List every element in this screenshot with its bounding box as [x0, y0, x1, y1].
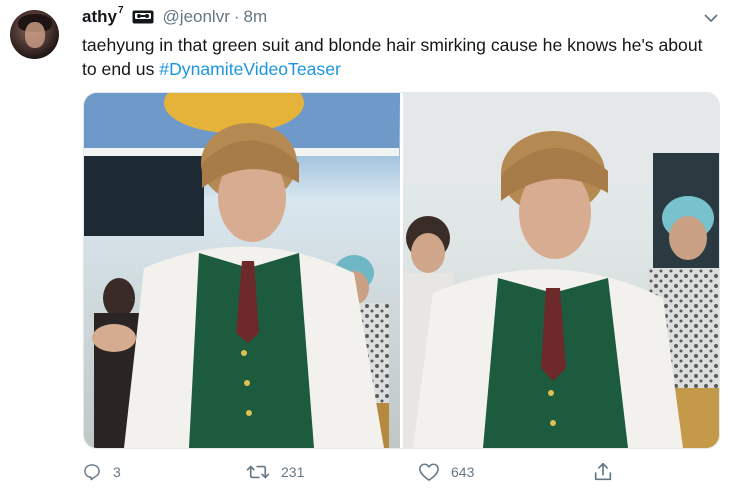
reply-count: 3 — [113, 464, 121, 480]
timestamp[interactable]: 8m — [244, 7, 268, 27]
like-button[interactable]: 643 — [418, 462, 474, 482]
chevron-down-icon[interactable] — [702, 9, 720, 27]
display-name[interactable]: athy7 — [82, 5, 124, 27]
media-grid — [83, 92, 720, 449]
name-superscript: 7 — [117, 5, 124, 17]
tweet-actions: 3 231 643 — [0, 454, 733, 490]
media-image-1[interactable] — [84, 93, 400, 448]
separator-dot: · — [233, 7, 240, 26]
avatar-face — [25, 22, 45, 48]
tweet-header: athy7 @jeonlvr · 8m — [82, 5, 268, 28]
cassette-tape-icon — [132, 10, 154, 24]
tweet-text: taehyung in that green suit and blonde h… — [82, 33, 712, 81]
reply-icon — [84, 464, 100, 481]
retweet-button[interactable]: 231 — [246, 462, 304, 482]
display-name-text: athy — [82, 7, 117, 26]
share-icon — [594, 462, 612, 481]
heart-icon — [419, 463, 439, 481]
media-image-2[interactable] — [403, 93, 719, 448]
reply-button[interactable]: 3 — [82, 462, 121, 482]
retweet-icon — [246, 465, 270, 479]
like-count: 643 — [451, 464, 475, 480]
user-handle[interactable]: @jeonlvr — [163, 7, 230, 27]
hashtag-link[interactable]: #DynamiteVideoTeaser — [159, 59, 341, 79]
retweet-count: 231 — [281, 464, 305, 480]
share-button[interactable] — [592, 461, 614, 483]
profile-avatar[interactable] — [10, 10, 59, 59]
